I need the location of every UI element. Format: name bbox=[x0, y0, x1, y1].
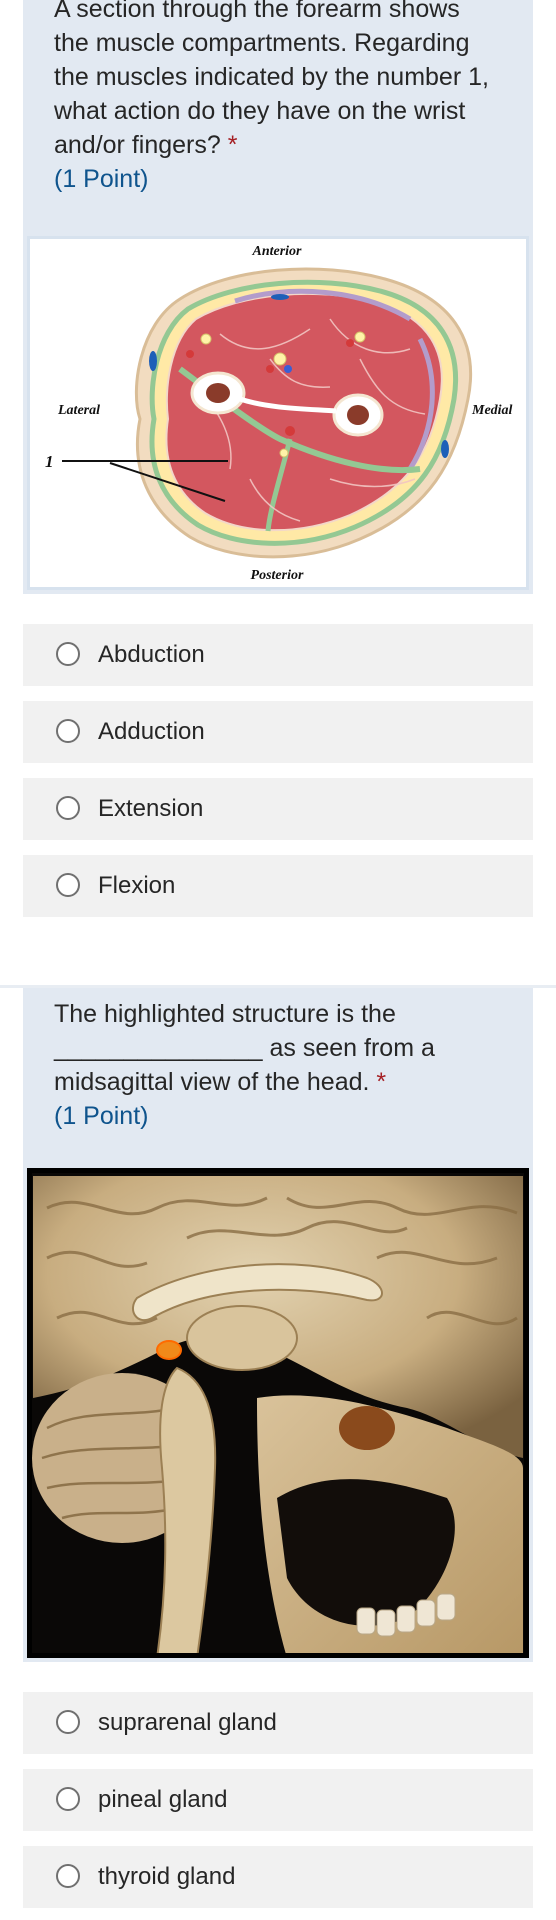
question-2-blank: _______________ bbox=[54, 1034, 263, 1062]
radio-button[interactable] bbox=[56, 642, 80, 666]
option-label: Abduction bbox=[98, 641, 205, 668]
question-2-text-start: The highlighted structure is the bbox=[54, 1000, 396, 1028]
option-label: Adduction bbox=[98, 718, 205, 745]
radio-button[interactable] bbox=[56, 1864, 80, 1888]
label-posterior: Posterior bbox=[251, 568, 304, 583]
question-1-points: (1 Point) bbox=[54, 165, 149, 193]
question-1-title: A section through the forearm shows the … bbox=[54, 0, 500, 196]
question-2-points: (1 Point) bbox=[54, 1102, 149, 1130]
highlighted-structure-marker bbox=[156, 1340, 182, 1360]
option-abduction[interactable]: Abduction bbox=[23, 624, 533, 686]
radio-button[interactable] bbox=[56, 796, 80, 820]
option-pineal-gland[interactable]: pineal gland bbox=[23, 1769, 533, 1831]
midsagittal-head-image bbox=[27, 1168, 529, 1658]
option-label: suprarenal gland bbox=[98, 1709, 277, 1736]
option-flexion[interactable]: Flexion bbox=[23, 855, 533, 917]
question-2-title: The highlighted structure is the _______… bbox=[54, 997, 500, 1133]
form-page: A section through the forearm shows the … bbox=[0, 0, 556, 1920]
label-anterior: Anterior bbox=[251, 244, 302, 259]
radio-button[interactable] bbox=[56, 719, 80, 743]
question-1-card: A section through the forearm shows the … bbox=[23, 0, 533, 594]
option-label: pineal gland bbox=[98, 1786, 228, 1813]
question-1-text: A section through the forearm shows the … bbox=[54, 0, 489, 159]
midsagittal-head-photo bbox=[27, 1168, 529, 1658]
forearm-cross-section-image: Anterior Posterior Lateral Medial 1 bbox=[27, 236, 529, 590]
required-asterisk: * bbox=[376, 1068, 387, 1096]
option-label: thyroid gland bbox=[98, 1863, 236, 1890]
option-label: Flexion bbox=[98, 872, 176, 899]
radio-button[interactable] bbox=[56, 1710, 80, 1734]
radio-button[interactable] bbox=[56, 873, 80, 897]
label-pointer-1: 1 bbox=[45, 452, 54, 471]
option-suprarenal-gland[interactable]: suprarenal gland bbox=[23, 1692, 533, 1754]
label-medial: Medial bbox=[471, 403, 513, 418]
label-lateral: Lateral bbox=[57, 403, 100, 418]
option-adduction[interactable]: Adduction bbox=[23, 701, 533, 763]
forearm-cross-section-figure: Anterior Posterior Lateral Medial 1 bbox=[45, 244, 513, 583]
question-2-card: The highlighted structure is the _______… bbox=[23, 988, 533, 1662]
option-thyroid-gland[interactable]: thyroid gland bbox=[23, 1846, 533, 1908]
radio-button[interactable] bbox=[56, 1787, 80, 1811]
required-asterisk: * bbox=[227, 131, 238, 159]
option-label: Extension bbox=[98, 795, 204, 822]
option-extension[interactable]: Extension bbox=[23, 778, 533, 840]
